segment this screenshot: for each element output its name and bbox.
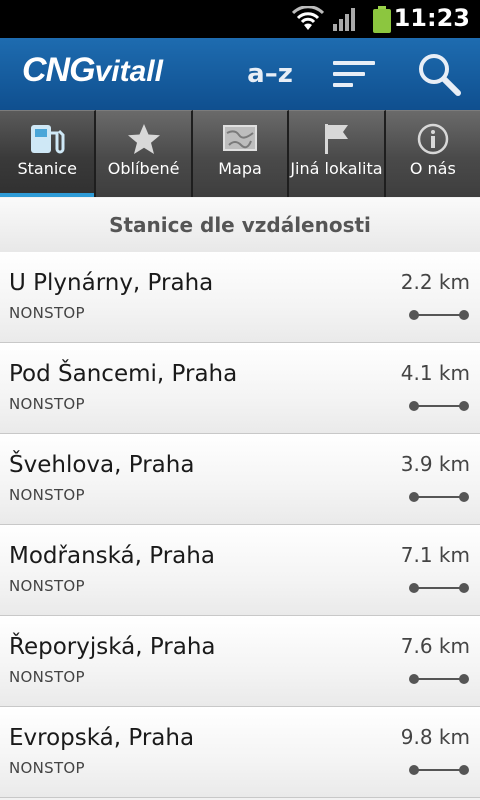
station-distance: 4.1 km	[400, 361, 470, 385]
sort-az-button[interactable]: a–z	[238, 38, 302, 110]
route-icon	[409, 401, 469, 411]
station-hours: NONSTOP	[9, 668, 85, 686]
logo-text-vitall: vitall	[94, 55, 163, 88]
route-icon	[409, 492, 469, 502]
clock: 11:23	[393, 4, 470, 32]
list-item[interactable]: Řeporyjská, Praha NONSTOP 7.6 km	[0, 616, 480, 707]
route-icon	[409, 674, 469, 684]
wifi-icon	[292, 6, 324, 30]
app-logo: CNGvitall	[22, 51, 163, 90]
sort-az-label: a–z	[247, 59, 293, 89]
app-header: CNGvitall a–z	[0, 38, 480, 111]
list-item[interactable]: Švehlova, Praha NONSTOP 3.9 km	[0, 434, 480, 525]
search-button[interactable]	[404, 38, 474, 110]
sort-button[interactable]	[322, 38, 386, 110]
tab-mapa-label: Mapa	[218, 159, 262, 178]
list-item[interactable]: U Plynárny, Praha NONSTOP 2.2 km	[0, 252, 480, 343]
section-title: Stanice dle vzdálenosti	[0, 198, 480, 253]
tab-mapa[interactable]: Mapa	[192, 110, 290, 197]
flag-icon	[325, 124, 349, 154]
station-distance: 2.2 km	[400, 270, 470, 294]
active-tab-indicator	[0, 193, 95, 197]
station-name: Modřanská, Praha	[9, 543, 215, 569]
tab-bar: Stanice Oblíbené Mapa Jiná lokalita O ná…	[0, 110, 480, 197]
station-hours: NONSTOP	[9, 486, 85, 504]
station-name: Evropská, Praha	[9, 725, 195, 751]
tab-stanice[interactable]: Stanice	[0, 110, 97, 197]
tab-jina-lokalita[interactable]: Jiná lokalita	[289, 110, 386, 197]
tab-oblibene-label: Oblíbené	[107, 159, 180, 178]
status-bar: 11:23	[0, 0, 480, 38]
station-hours: NONSTOP	[9, 577, 85, 595]
station-hours: NONSTOP	[9, 304, 85, 322]
station-name: Pod Šancemi, Praha	[9, 361, 238, 387]
sort-icon	[333, 61, 375, 87]
list-item[interactable]: Pod Šancemi, Praha NONSTOP 4.1 km	[0, 343, 480, 434]
station-distance: 7.6 km	[400, 634, 470, 658]
station-name: U Plynárny, Praha	[9, 270, 214, 296]
star-icon	[127, 124, 160, 154]
route-icon	[409, 310, 469, 320]
map-icon	[223, 125, 258, 151]
station-distance: 3.9 km	[400, 452, 470, 476]
station-distance: 9.8 km	[400, 725, 470, 749]
tab-oblibene[interactable]: Oblíbené	[96, 110, 193, 197]
search-icon	[419, 54, 461, 96]
station-hours: NONSTOP	[9, 395, 85, 413]
tab-jina-lokalita-label: Jiná lokalita	[290, 159, 383, 178]
logo-text-cng: CNG	[22, 51, 96, 89]
signal-icon	[333, 8, 355, 31]
station-name: Řeporyjská, Praha	[9, 634, 216, 660]
tab-o-nas-label: O nás	[409, 159, 456, 178]
station-name: Švehlova, Praha	[9, 452, 195, 478]
tab-o-nas[interactable]: O nás	[385, 110, 480, 197]
fuel-pump-icon	[31, 125, 65, 154]
station-list: U Plynárny, Praha NONSTOP 2.2 km Pod Šan…	[0, 252, 480, 798]
info-icon	[417, 123, 449, 155]
battery-icon	[373, 6, 391, 33]
list-item[interactable]: Modřanská, Praha NONSTOP 7.1 km	[0, 525, 480, 616]
station-hours: NONSTOP	[9, 759, 85, 777]
station-distance: 7.1 km	[400, 543, 470, 567]
list-item[interactable]: Evropská, Praha NONSTOP 9.8 km	[0, 707, 480, 798]
route-icon	[409, 583, 469, 593]
tab-stanice-label: Stanice	[17, 159, 77, 178]
route-icon	[409, 765, 469, 775]
